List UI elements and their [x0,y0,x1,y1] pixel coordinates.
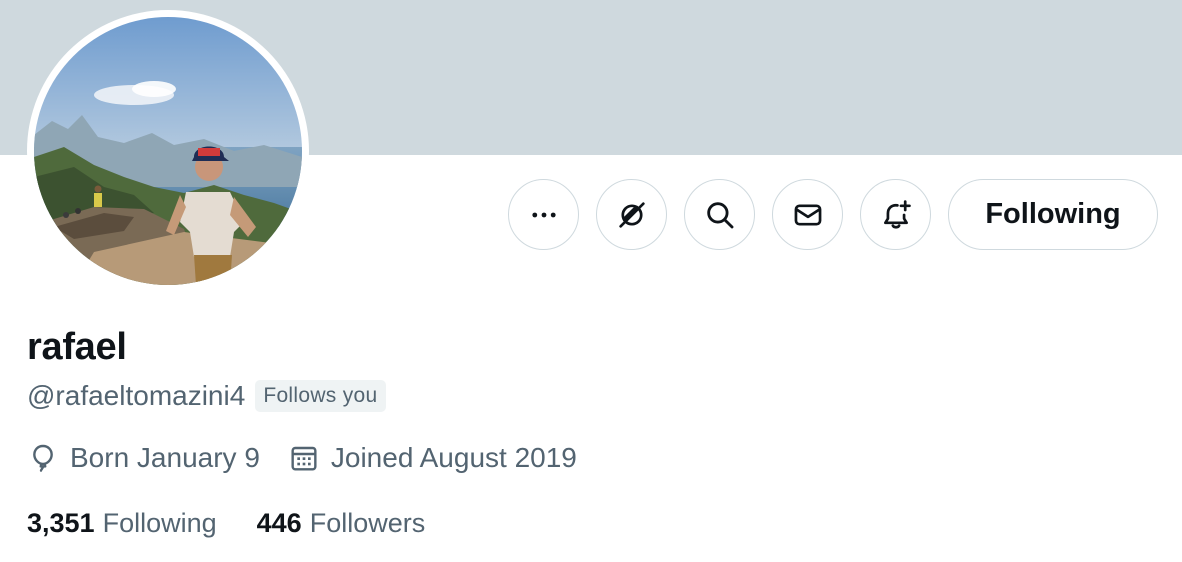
calendar-icon [291,446,317,471]
unlink-icon [618,201,645,228]
joined-text: Joined August 2019 [330,442,577,473]
following-button[interactable]: Following [948,179,1158,250]
search-icon [706,201,733,228]
unlink-button[interactable] [596,179,667,250]
join-date: Joined August 2019 [288,442,577,474]
followers-stat-link[interactable]: 446 Followers [257,508,426,539]
balloon-icon [33,444,53,472]
followers-label: Followers [309,508,426,538]
born-text: Born January 9 [70,442,260,473]
profile-name: rafael [27,326,127,368]
message-button[interactable] [772,179,843,250]
following-label: Following [102,508,217,538]
mail-icon [794,203,821,226]
profile-meta: Born January 9 Joined August 2019 [27,442,605,474]
follows-you-badge: Follows you [255,380,386,412]
more-button[interactable] [508,179,579,250]
following-stat-link[interactable]: 3,351 Following [27,508,217,539]
handle-row: @rafaeltomazini4 Follows you [27,380,386,412]
notifications-button[interactable] [860,179,931,250]
following-count: 3,351 [27,508,95,538]
profile-handle: @rafaeltomazini4 [27,380,246,411]
avatar-photo [34,17,302,285]
notification-bell-icon [883,199,911,229]
followers-count: 446 [256,508,302,538]
avatar[interactable] [27,10,309,292]
follow-stats: 3,351 Following 446 Followers [27,508,465,539]
search-button[interactable] [684,179,755,250]
more-icon [531,212,556,217]
birthday: Born January 9 [27,442,260,474]
